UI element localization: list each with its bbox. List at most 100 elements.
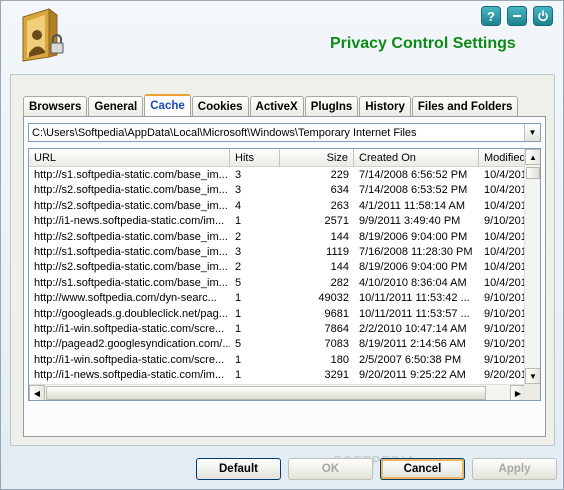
cell-hits: 1 (235, 307, 242, 320)
cell-size: 180 (330, 353, 349, 366)
table-row[interactable]: http://s1.softpedia-static.com/base_im..… (29, 245, 526, 260)
cancel-button[interactable]: Cancel (380, 458, 465, 480)
table-row[interactable]: http://pagead2.googlesyndication.com/...… (29, 337, 526, 352)
column-header-size[interactable]: Size (280, 149, 354, 167)
cell-modified: 10/4/201 (484, 276, 526, 289)
cell-size: 1119 (326, 245, 349, 258)
cell-url: http://s2.softpedia-static.com/base_im..… (34, 199, 228, 212)
cell-modified: 9/10/201 (484, 322, 526, 335)
table-row[interactable]: http://i1-news.softpedia-static.com/im..… (29, 214, 526, 229)
cell-created: 10/11/2011 11:53:57 ... (359, 307, 470, 320)
tab-plugins[interactable]: PlugIns (304, 96, 359, 116)
horizontal-scroll-thumb[interactable] (46, 386, 486, 400)
column-header-hits[interactable]: Hits (230, 149, 280, 167)
list-header: URL Hits Size Created On Modified (29, 149, 526, 167)
cell-url: http://pagead2.googlesyndication.com/... (34, 338, 230, 351)
cell-hits: 5 (235, 276, 242, 289)
cell-created: 8/19/2006 9:04:00 PM (359, 261, 468, 274)
cell-created: 8/19/2006 9:04:00 PM (359, 230, 468, 243)
cell-url: http://www.softpedia.com/dyn-searc... (34, 292, 217, 305)
tab-files-and-folders[interactable]: Files and Folders (411, 96, 519, 116)
cell-url: http://i1-news.softpedia-static.com/im..… (34, 369, 225, 382)
cell-url: http://s1.softpedia-static.com/base_im..… (34, 276, 228, 289)
column-header-modified[interactable]: Modified (479, 149, 526, 167)
cell-size: 3291 (324, 369, 349, 382)
help-icon[interactable]: ? (481, 6, 501, 26)
horizontal-scrollbar[interactable]: ◀ ▶ (29, 384, 526, 400)
cell-modified: 9/10/201 (484, 215, 526, 228)
cell-hits: 3 (235, 245, 242, 258)
cell-url: http://s2.softpedia-static.com/base_im..… (34, 261, 228, 274)
minimize-icon[interactable] (507, 6, 527, 26)
tab-browsers[interactable]: Browsers (23, 96, 88, 116)
table-row[interactable]: http://s2.softpedia-static.com/base_im..… (29, 230, 526, 245)
power-icon[interactable] (533, 6, 553, 26)
cell-hits: 1 (235, 215, 242, 228)
cell-created: 4/10/2010 8:36:04 AM (359, 276, 467, 289)
cache-path-select[interactable]: C:\Users\Softpedia\AppData\Local\Microso… (28, 123, 541, 142)
scrollbar-corner (524, 384, 540, 400)
cell-url: http://i1-win.softpedia-static.com/scre.… (34, 322, 225, 335)
scroll-down-icon[interactable]: ▼ (525, 368, 540, 384)
column-header-created[interactable]: Created On (354, 149, 479, 167)
table-row[interactable]: http://googleads.g.doubleclick.net/pag..… (29, 307, 526, 322)
vertical-scroll-thumb[interactable] (526, 167, 540, 179)
cell-hits: 1 (235, 292, 242, 305)
scroll-left-icon[interactable]: ◀ (29, 385, 45, 400)
cell-hits: 4 (235, 199, 242, 212)
list-rows: http://s1.softpedia-static.com/base_im..… (29, 168, 526, 384)
default-button[interactable]: Default (196, 458, 281, 480)
tab-activex[interactable]: ActiveX (249, 96, 304, 116)
tab-cache[interactable]: Cache (144, 94, 191, 116)
table-row[interactable]: http://s1.softpedia-static.com/base_im..… (29, 276, 526, 291)
cell-modified: 9/10/201 (484, 292, 526, 305)
app-logo-icon (15, 7, 67, 63)
window-controls: ? (481, 6, 553, 26)
cell-size: 263 (330, 199, 349, 212)
cell-url: http://s2.softpedia-static.com/base_im..… (34, 230, 228, 243)
cell-hits: 5 (235, 338, 242, 351)
cell-modified: 10/4/201 (484, 199, 526, 212)
tab-cookies[interactable]: Cookies (191, 96, 249, 116)
cell-modified: 10/4/201 (484, 184, 526, 197)
app-window: Privacy Control Settings ? Browsers Gene… (0, 0, 564, 490)
cell-size: 9681 (324, 307, 349, 320)
cell-modified: 10/4/201 (484, 169, 526, 181)
cell-modified: 10/4/201 (484, 261, 526, 274)
cell-url: http://i1-win.softpedia-static.com/scre.… (34, 353, 225, 366)
chevron-down-icon[interactable]: ▼ (524, 124, 540, 141)
scroll-up-icon[interactable]: ▲ (525, 149, 540, 165)
cell-hits: 1 (235, 322, 242, 335)
cell-size: 7864 (324, 322, 349, 335)
cell-size: 634 (330, 184, 349, 197)
table-row[interactable]: http://i1-news.softpedia-static.com/im..… (29, 368, 526, 383)
cell-hits: 2 (235, 261, 242, 274)
cell-modified: 9/10/201 (484, 338, 526, 351)
cell-created: 4/1/2011 11:58:14 AM (359, 199, 466, 212)
cell-size: 144 (330, 261, 349, 274)
table-row[interactable]: http://i1-win.softpedia-static.com/scre.… (29, 353, 526, 368)
cell-modified: 9/10/201 (484, 353, 526, 366)
cell-url: http://i1-news.softpedia-static.com/im..… (34, 215, 225, 228)
ok-button[interactable]: OK (288, 458, 373, 480)
cell-hits: 1 (235, 369, 242, 382)
table-row[interactable]: http://s2.softpedia-static.com/base_im..… (29, 260, 526, 275)
cell-hits: 1 (235, 353, 242, 366)
cell-created: 2/5/2007 6:50:38 PM (359, 353, 462, 366)
tab-strip: Browsers General Cache Cookies ActiveX P… (23, 94, 519, 116)
column-header-url[interactable]: URL (29, 149, 230, 167)
table-row[interactable]: http://s2.softpedia-static.com/base_im..… (29, 199, 526, 214)
table-row[interactable]: http://s2.softpedia-static.com/base_im..… (29, 183, 526, 198)
vertical-scrollbar[interactable]: ▲ ▼ (524, 149, 540, 384)
cell-hits: 3 (235, 184, 242, 197)
cell-url: http://s1.softpedia-static.com/base_im..… (34, 245, 228, 258)
apply-button[interactable]: Apply (472, 458, 557, 480)
table-row[interactable]: http://s1.softpedia-static.com/base_im..… (29, 168, 526, 183)
table-row[interactable]: http://i1-win.softpedia-static.com/scre.… (29, 322, 526, 337)
tab-history[interactable]: History (359, 96, 411, 116)
tab-general[interactable]: General (88, 96, 144, 116)
cell-url: http://googleads.g.doubleclick.net/pag..… (34, 307, 228, 320)
cell-size: 282 (330, 276, 349, 289)
table-row[interactable]: http://www.softpedia.com/dyn-searc... 1 49… (29, 291, 526, 306)
cell-created: 7/14/2008 6:56:52 PM (359, 169, 468, 181)
